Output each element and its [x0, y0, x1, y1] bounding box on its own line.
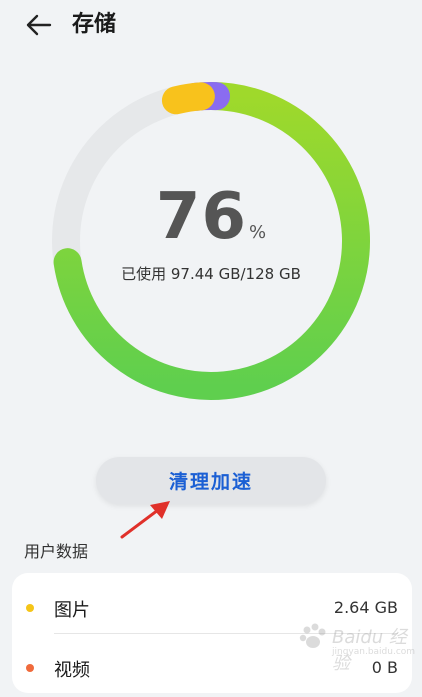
page-title: 存储	[72, 12, 117, 37]
list-item-label: 图片	[54, 600, 90, 621]
annotation-arrow-icon	[120, 501, 170, 539]
usage-text: 已使用 97.44 GB/128 GB	[121, 265, 301, 283]
dot-images-icon	[26, 604, 34, 612]
used-percent-value: 76	[155, 180, 247, 254]
ring-other-arc-yellow	[161, 82, 215, 115]
watermark: Baidu 经验 jingyan.baidu.com	[296, 615, 416, 674]
header: 存储	[0, 0, 422, 52]
back-button[interactable]	[18, 8, 58, 42]
dot-videos-icon	[26, 664, 34, 672]
section-label-user-data: 用户数据	[24, 542, 89, 561]
storage-ring: 76% 已使用 97.44 GB/128 GB	[50, 80, 372, 402]
list-item-label: 视频	[54, 660, 90, 681]
paw-icon	[299, 623, 326, 648]
used-percent: 76%	[50, 180, 372, 254]
used-percent-unit: %	[248, 222, 267, 243]
watermark-sub: jingyan.baidu.com	[332, 647, 416, 657]
arrow-left-icon	[26, 14, 52, 36]
